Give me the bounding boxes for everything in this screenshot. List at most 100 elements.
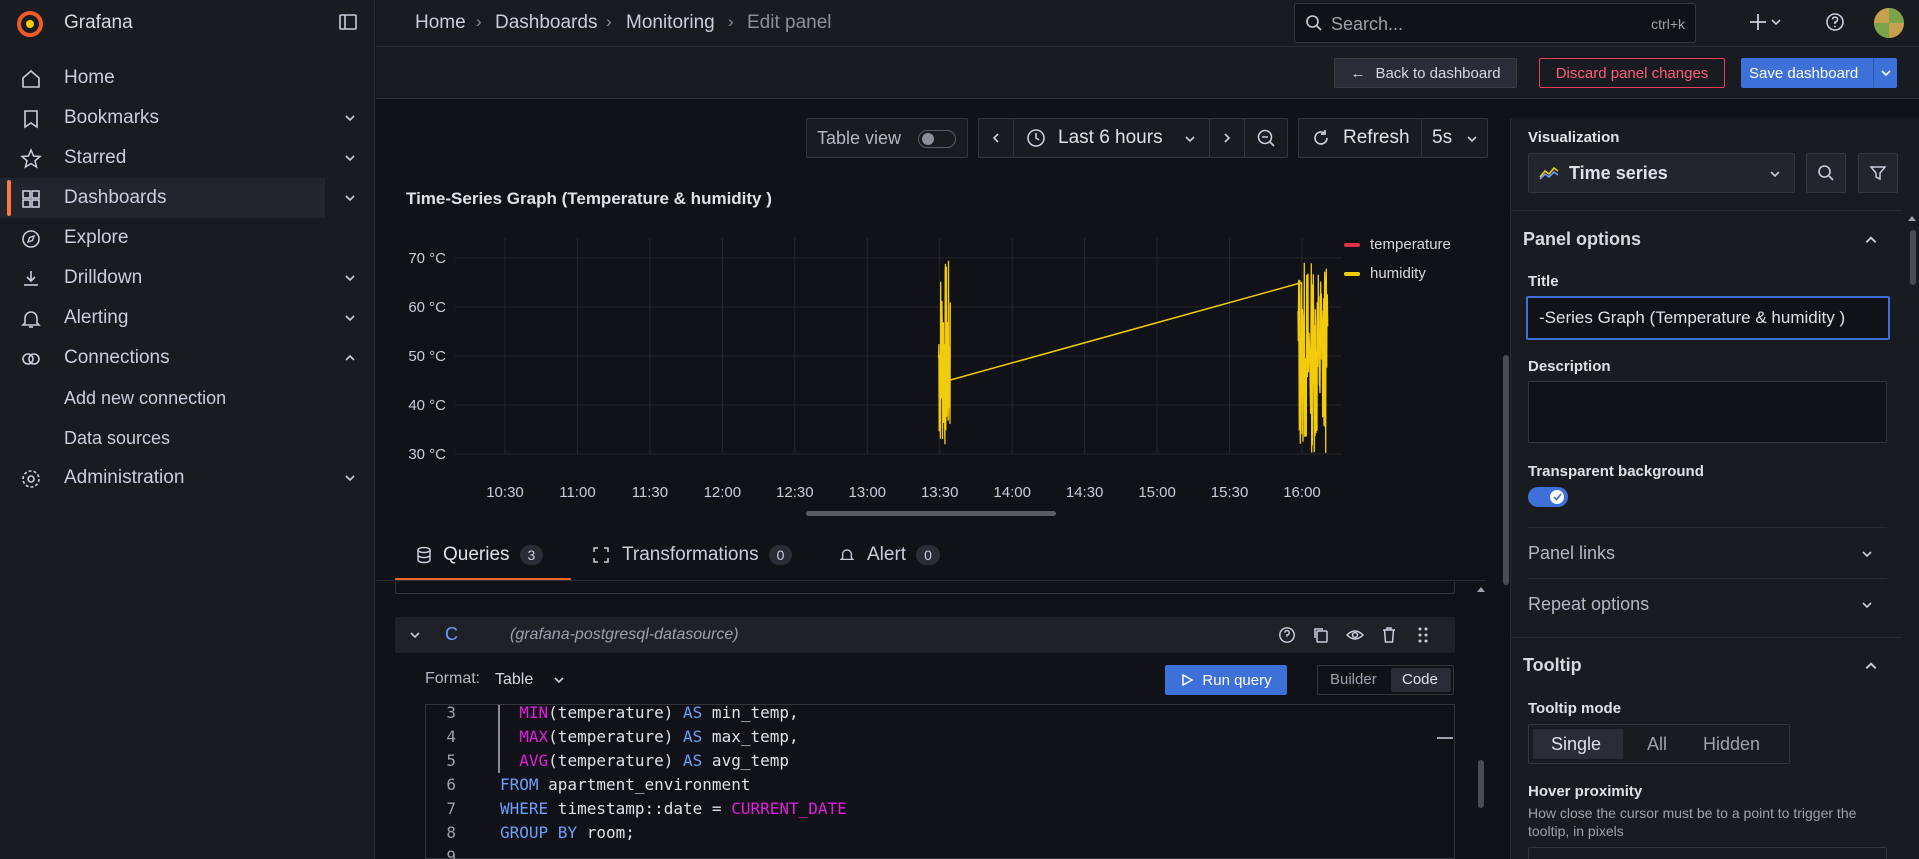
nav-label: Starred [64, 147, 127, 168]
table-view-toggle[interactable]: Table view [806, 118, 968, 158]
trash-icon[interactable] [1380, 626, 1398, 644]
grafana-logo-icon[interactable] [16, 10, 44, 38]
back-to-dashboard-button[interactable]: ← Back to dashboard [1334, 58, 1517, 88]
nav-alerting[interactable]: Alerting [0, 298, 355, 338]
dock-menu-icon[interactable] [338, 12, 358, 32]
time-forward-button[interactable] [1209, 118, 1245, 158]
panel-options-header[interactable]: Panel options [1523, 229, 1641, 250]
drag-handle-icon[interactable] [1416, 626, 1430, 644]
breadcrumb-dashboards[interactable]: Dashboards [495, 12, 597, 34]
chevron-down-icon [1467, 136, 1477, 143]
transparent-background-switch[interactable] [1528, 487, 1568, 507]
code-line[interactable]: MIN(temperature) AS min_temp, [500, 703, 798, 722]
query-ref-id[interactable]: C [445, 624, 458, 645]
nav-dashboards[interactable]: Dashboards [0, 178, 355, 218]
nav-drilldown[interactable]: Drilldown [0, 258, 355, 298]
x-tick-label: 13:00 [848, 484, 886, 501]
chevron-up-icon[interactable] [1864, 233, 1878, 247]
code-line[interactable]: AVG(temperature) AS avg_temp [500, 751, 789, 770]
code-line[interactable]: GROUP BY room; [500, 823, 635, 842]
nav-bookmarks[interactable]: Bookmarks [0, 98, 355, 138]
chevron-down-icon[interactable] [1861, 599, 1873, 611]
nav-connections[interactable]: Connections [0, 338, 355, 378]
table-view-switch[interactable] [918, 130, 956, 148]
chevron-up-icon[interactable] [1864, 659, 1878, 673]
visualization-label: Visualization [1528, 129, 1620, 146]
tab-alert[interactable]: Alert 0 [839, 544, 940, 566]
chevron-down-icon[interactable] [344, 152, 356, 164]
mode-code[interactable]: Code [1402, 671, 1438, 688]
visualization-picker[interactable]: Time series [1528, 153, 1795, 193]
discard-panel-changes-button[interactable]: Discard panel changes [1539, 58, 1725, 88]
options-scrollbar[interactable] [1910, 230, 1916, 285]
chevron-down-icon[interactable] [1861, 548, 1873, 560]
chevron-down-icon[interactable] [409, 629, 421, 641]
chevron-down-icon[interactable] [344, 192, 356, 204]
bell-icon [839, 549, 855, 561]
breadcrumb-monitoring[interactable]: Monitoring [626, 12, 715, 34]
tab-queries[interactable]: Queries 3 [415, 544, 544, 566]
chevron-down-icon[interactable] [344, 112, 356, 124]
nav-administration[interactable]: Administration [0, 458, 355, 498]
repeat-options-header[interactable]: Repeat options [1528, 594, 1888, 615]
nav-data-sources[interactable]: Data sources [64, 428, 170, 449]
sql-code-editor[interactable]: 3 MIN(temperature) AS min_temp, 4 MAX(tem… [425, 703, 1455, 859]
help-icon[interactable] [1278, 626, 1296, 644]
panel-links-header[interactable]: Panel links [1528, 543, 1888, 564]
home-icon [22, 69, 40, 88]
avatar[interactable] [1874, 8, 1904, 38]
code-line[interactable]: MAX(temperature) AS max_temp, [500, 727, 798, 746]
plus-icon[interactable] [1750, 12, 1786, 32]
code-line[interactable]: FROM apartment_environment [500, 775, 750, 794]
tooltip-mode-hidden[interactable]: Hidden [1703, 734, 1760, 755]
code-line[interactable]: WHERE timestamp::date = CURRENT_DATE [500, 799, 847, 818]
indent-guide [498, 705, 500, 773]
chevron-up-icon[interactable] [344, 352, 356, 364]
search-options-button[interactable] [1806, 153, 1846, 193]
legend-label: humidity [1370, 265, 1426, 282]
hover-proximity-input[interactable] [1528, 847, 1887, 859]
y-tick-label: 60 °C [408, 299, 446, 316]
description-textarea[interactable] [1528, 381, 1887, 443]
chevron-down-icon[interactable] [344, 312, 356, 324]
nav-starred[interactable]: Starred [0, 138, 355, 178]
search-input[interactable]: Search... ctrl+k [1294, 3, 1696, 43]
nav-home[interactable]: Home [0, 58, 325, 98]
duplicate-icon[interactable] [1312, 626, 1330, 644]
eye-icon[interactable] [1346, 626, 1364, 644]
scroll-up-icon[interactable] [1907, 214, 1917, 222]
tab-transformations[interactable]: Transformations 0 [592, 544, 793, 566]
query-row-header[interactable]: C (grafana-postgresql-datasource) [395, 617, 1455, 653]
breadcrumb-home[interactable]: Home [415, 12, 466, 34]
filter-options-button[interactable] [1858, 153, 1898, 193]
query-pane-scrollbar[interactable] [1478, 760, 1484, 808]
refresh-button[interactable]: Refresh [1298, 118, 1422, 158]
tooltip-header[interactable]: Tooltip [1523, 655, 1582, 676]
legend-temperature[interactable]: temperature [1344, 236, 1451, 253]
refresh-interval-picker[interactable]: 5s [1421, 118, 1488, 158]
tooltip-mode-single[interactable]: Single [1551, 734, 1601, 755]
nav-explore[interactable]: Explore [0, 218, 325, 258]
format-select[interactable]: Table [495, 668, 565, 692]
pane-splitter[interactable] [1503, 355, 1509, 585]
chart-scrollbar[interactable] [806, 511, 1056, 516]
zoom-out-button[interactable] [1244, 118, 1288, 158]
run-query-button[interactable]: Run query [1165, 665, 1287, 695]
save-options-chevron-icon[interactable] [1873, 58, 1897, 88]
time-back-button[interactable] [978, 118, 1014, 158]
time-range-picker[interactable]: Last 6 hours [1013, 118, 1210, 158]
tooltip-mode-all[interactable]: All [1647, 734, 1667, 755]
time-series-chart[interactable]: 70 °C 60 °C 50 °C 40 °C 30 °C 10:30 11:00 11:30… [376, 230, 1496, 510]
panel-title-input[interactable]: -Series Graph (Temperature & humidity ) [1526, 296, 1890, 340]
help-icon[interactable] [1825, 12, 1845, 32]
bell-icon [21, 311, 41, 328]
nav-add-new-connection[interactable]: Add new connection [64, 388, 226, 409]
chevron-down-icon[interactable] [344, 272, 356, 284]
panel-title-input-value: -Series Graph (Temperature & humidity ) [1539, 308, 1846, 327]
scroll-up-icon[interactable] [1476, 585, 1486, 593]
mode-builder[interactable]: Builder [1330, 671, 1377, 688]
line-number: 6 [446, 775, 456, 794]
legend-humidity[interactable]: humidity [1344, 265, 1426, 282]
y-tick-label: 30 °C [408, 446, 446, 463]
chevron-down-icon[interactable] [344, 472, 356, 484]
